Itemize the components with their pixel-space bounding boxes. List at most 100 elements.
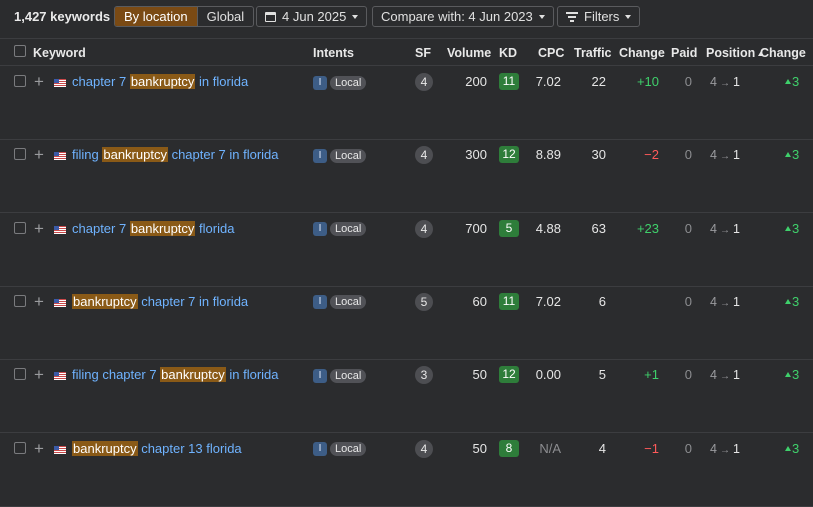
col-position[interactable]: Position bbox=[706, 46, 766, 60]
traffic-value: 22 bbox=[591, 74, 606, 89]
col-traffic[interactable]: Traffic bbox=[574, 46, 612, 60]
date-picker-button[interactable]: 4 Jun 2025 bbox=[256, 6, 368, 27]
add-keyword-icon[interactable]: + bbox=[34, 293, 44, 310]
position-change-value: 3 bbox=[792, 367, 800, 383]
position-change-value: 3 bbox=[792, 220, 800, 236]
filters-button[interactable]: Filters bbox=[557, 6, 641, 27]
add-keyword-icon[interactable]: + bbox=[34, 73, 44, 90]
position-value: 4 → 1 bbox=[710, 221, 740, 239]
table-row: + bankruptcy chapter 13 florida I Local 4 50 8… bbox=[0, 434, 813, 507]
col-paid[interactable]: Paid bbox=[671, 46, 697, 60]
cpc-value: 8.89 bbox=[535, 147, 561, 163]
triangle-up-icon bbox=[785, 372, 791, 378]
row-checkbox[interactable] bbox=[14, 294, 26, 307]
add-keyword-icon[interactable]: + bbox=[34, 366, 44, 383]
col-volume[interactable]: Volume bbox=[447, 46, 491, 60]
paid-value: 0 bbox=[684, 367, 692, 383]
us-flag-icon bbox=[54, 225, 66, 234]
arrow-right-icon: → bbox=[719, 78, 730, 89]
local-tag: Local bbox=[330, 75, 367, 90]
sf-count[interactable]: 4 bbox=[415, 73, 433, 91]
position-value: 4 → 1 bbox=[710, 367, 740, 385]
keyword-link[interactable]: filing bankruptcy chapter 7 in florida bbox=[72, 147, 279, 163]
traffic-value: 63 bbox=[591, 220, 606, 236]
keyword-link[interactable]: chapter 7 bankruptcy florida bbox=[72, 220, 235, 237]
kd-badge: 12 bbox=[499, 146, 519, 164]
keyword-prefix: chapter 7 bbox=[72, 74, 130, 89]
row-checkbox[interactable] bbox=[14, 75, 26, 87]
cpc-value: 0.00 bbox=[535, 367, 561, 383]
position-change: 3 bbox=[785, 367, 799, 383]
table-row: + chapter 7 bankruptcy in florida I Local 4 2… bbox=[0, 67, 813, 140]
add-keyword-icon[interactable]: + bbox=[34, 220, 44, 237]
position-to: 1 bbox=[732, 148, 740, 163]
keyword-link[interactable]: filing chapter 7 bankruptcy in florida bbox=[72, 367, 279, 383]
keyword-highlight: bankruptcy bbox=[102, 147, 168, 163]
volume-value: 50 bbox=[472, 367, 487, 383]
position-value: 4 → 1 bbox=[710, 441, 740, 459]
col-sf[interactable]: SF bbox=[415, 46, 431, 60]
row-checkbox[interactable] bbox=[14, 148, 26, 161]
position-change: 3 bbox=[785, 147, 799, 163]
arrow-right-icon: → bbox=[719, 444, 730, 456]
position-value: 4 → 1 bbox=[710, 74, 740, 92]
traffic-value: 30 bbox=[591, 147, 606, 163]
volume-value: 200 bbox=[465, 74, 487, 89]
position-value: 4 → 1 bbox=[710, 294, 740, 312]
sf-count[interactable]: 4 bbox=[415, 146, 433, 165]
col-kd[interactable]: KD bbox=[499, 46, 517, 60]
traffic-value: 4 bbox=[598, 440, 606, 456]
keyword-prefix: chapter 7 bbox=[72, 220, 130, 236]
add-keyword-icon[interactable]: + bbox=[34, 146, 44, 163]
cpc-value: N/A bbox=[539, 440, 561, 456]
keyword-highlight: bankruptcy bbox=[129, 74, 196, 89]
keyword-suffix: in florida bbox=[225, 367, 279, 383]
intent-badge: I bbox=[313, 368, 327, 383]
position-change: 3 bbox=[785, 294, 799, 310]
col-keyword[interactable]: Keyword bbox=[33, 46, 86, 60]
paid-value: 0 bbox=[684, 293, 692, 309]
row-checkbox[interactable] bbox=[14, 221, 26, 234]
keyword-suffix: chapter 13 florida bbox=[137, 440, 242, 456]
row-checkbox[interactable] bbox=[14, 368, 26, 381]
volume-value: 60 bbox=[472, 293, 487, 309]
keyword-suffix: florida bbox=[195, 220, 235, 236]
volume-value: 50 bbox=[472, 440, 487, 456]
sf-count[interactable]: 3 bbox=[415, 366, 433, 385]
global-button[interactable]: Global bbox=[198, 7, 254, 26]
position-from: 4 bbox=[710, 221, 717, 236]
select-all-checkbox[interactable] bbox=[14, 45, 26, 57]
triangle-up-icon bbox=[785, 225, 791, 231]
us-flag-icon bbox=[54, 298, 66, 307]
sf-count[interactable]: 5 bbox=[415, 292, 433, 311]
keyword-highlight: bankruptcy bbox=[72, 293, 138, 309]
location-toggle: By location Global bbox=[114, 6, 255, 27]
keyword-link[interactable]: bankruptcy chapter 7 in florida bbox=[72, 293, 248, 310]
add-keyword-icon[interactable]: + bbox=[34, 440, 44, 457]
col-change[interactable]: Change bbox=[619, 46, 665, 60]
keyword-link[interactable]: chapter 7 bankruptcy in florida bbox=[72, 74, 248, 90]
position-to: 1 bbox=[732, 75, 740, 89]
col-intents[interactable]: Intents bbox=[313, 46, 354, 60]
compare-date-button[interactable]: Compare with: 4 Jun 2023 bbox=[372, 6, 554, 27]
volume-value: 300 bbox=[465, 147, 487, 163]
kd-badge: 11 bbox=[499, 292, 519, 310]
local-tag: Local bbox=[330, 368, 367, 383]
table-row: + filing bankruptcy chapter 7 in florida I… bbox=[0, 140, 813, 214]
keyword-prefix: filing chapter 7 bbox=[72, 367, 161, 383]
sf-count[interactable]: 4 bbox=[415, 439, 433, 458]
position-change-value: 3 bbox=[792, 440, 800, 456]
keyword-link[interactable]: bankruptcy chapter 13 florida bbox=[72, 440, 242, 457]
arrow-right-icon: → bbox=[719, 151, 730, 163]
position-from: 4 bbox=[710, 148, 717, 163]
chevron-down-icon bbox=[352, 14, 359, 19]
sf-count[interactable]: 4 bbox=[415, 219, 433, 238]
col-cpc[interactable]: CPC bbox=[538, 46, 564, 60]
row-checkbox[interactable] bbox=[14, 441, 26, 454]
triangle-up-icon bbox=[785, 445, 791, 451]
keyword-suffix: in florida bbox=[195, 74, 249, 89]
position-change-value: 3 bbox=[792, 74, 800, 89]
by-location-button[interactable]: By location bbox=[115, 7, 198, 26]
col-position-change[interactable]: Change bbox=[760, 46, 806, 60]
keyword-suffix: chapter 7 in florida bbox=[167, 147, 279, 163]
